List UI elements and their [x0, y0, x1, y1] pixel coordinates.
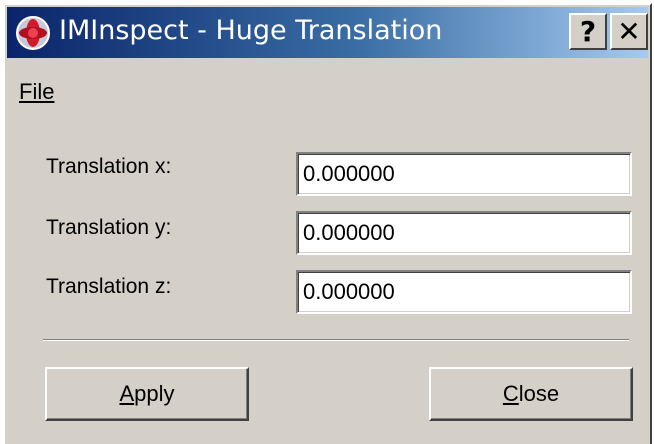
translation-y-label: Translation y: [46, 216, 172, 239]
close-window-button[interactable]: ✕ [610, 13, 648, 50]
translation-x-input[interactable] [296, 152, 632, 196]
close-mnemonic: C [502, 381, 519, 406]
close-button[interactable]: Close [429, 367, 633, 421]
translation-x-label: Translation x: [46, 155, 172, 178]
title-bar[interactable]: IMInspect - Huge Translation ? ✕ [7, 7, 648, 58]
translation-z-label: Translation z: [46, 275, 172, 298]
help-button[interactable]: ? [569, 13, 607, 50]
window-title: IMInspect - Huge Translation [59, 15, 443, 46]
apply-button[interactable]: Apply [45, 367, 249, 421]
apply-label: pply [134, 381, 175, 406]
menu-bar: File [7, 63, 648, 107]
close-label: lose [518, 381, 560, 406]
translation-z-input[interactable] [296, 270, 632, 314]
app-icon [16, 16, 50, 50]
menu-file[interactable]: File [19, 79, 54, 105]
translation-y-input[interactable] [296, 211, 632, 255]
apply-mnemonic: A [119, 381, 135, 406]
dialog-window: IMInspect - Huge Translation ? ✕ File Tr… [3, 3, 652, 444]
separator [43, 339, 629, 341]
